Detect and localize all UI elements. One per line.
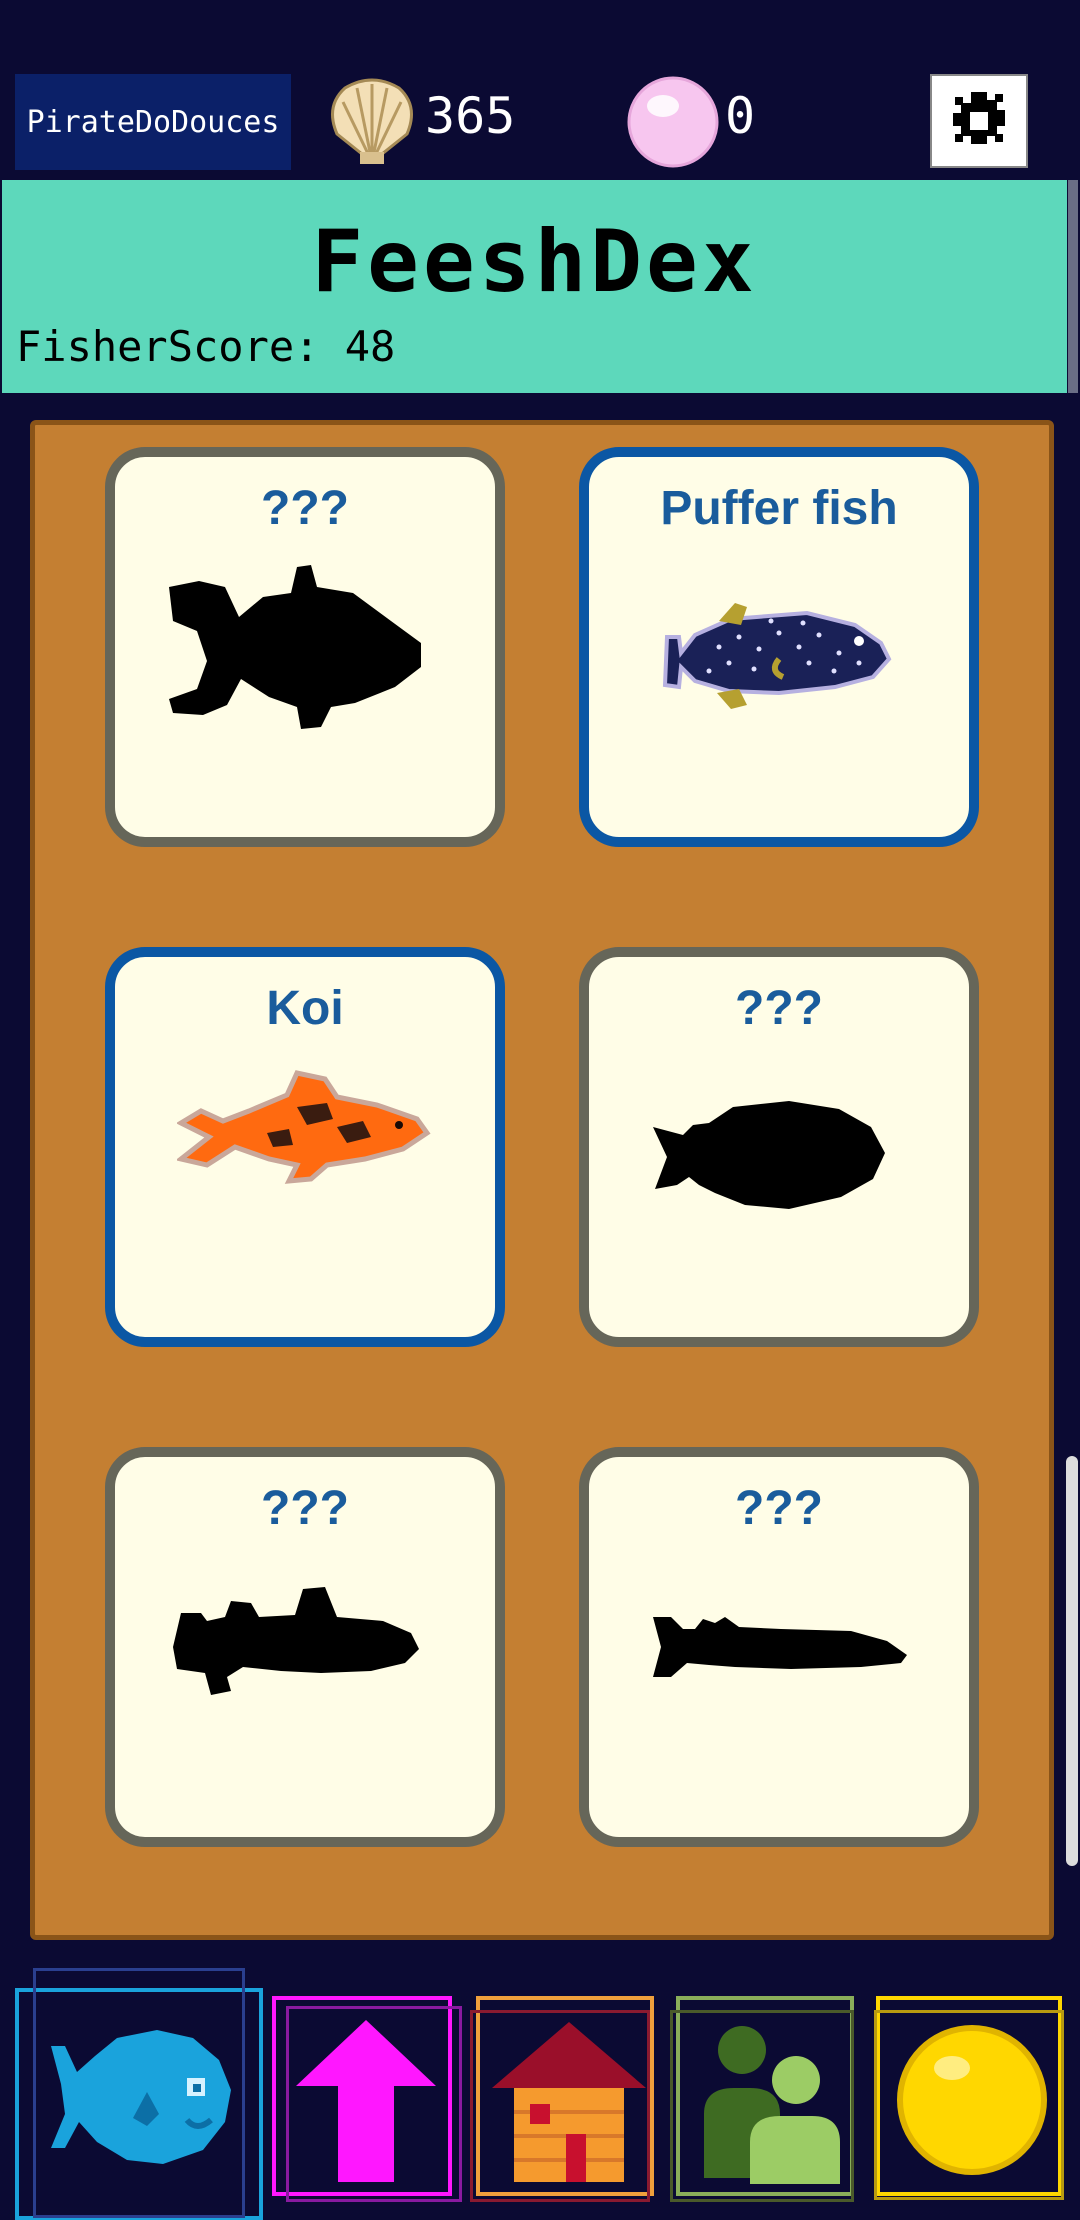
- gear-icon: [953, 92, 1005, 144]
- nav-upgrade-button[interactable]: [272, 1996, 462, 2202]
- pearl-count: 0: [725, 87, 756, 145]
- nav-home-button[interactable]: [470, 1996, 654, 2202]
- player-name-badge[interactable]: PirateDoDouces: [15, 74, 291, 170]
- upgrade-arrow-icon: [296, 2020, 436, 2182]
- scrollbar[interactable]: [1066, 1456, 1078, 1866]
- fish-card-unknown[interactable]: ???: [579, 1447, 979, 1847]
- people-icon: [704, 2026, 840, 2184]
- fish-card-unknown[interactable]: ???: [105, 447, 505, 847]
- coin-icon: [897, 2025, 1047, 2175]
- fish-name: Puffer fish: [660, 482, 898, 535]
- feeshdex-header: FeeshDex FisherScore: 48: [2, 180, 1067, 393]
- fish-card-unknown[interactable]: ???: [579, 947, 979, 1347]
- shell-count: 365: [425, 87, 516, 145]
- fish-card-puffer-fish[interactable]: Puffer fish: [579, 447, 979, 847]
- settings-button[interactable]: [930, 74, 1028, 168]
- unknown-fish-silhouette-icon: [173, 1587, 419, 1695]
- fish-name: Koi: [266, 982, 344, 1035]
- house-icon: [492, 2022, 646, 2182]
- fish-name: ???: [261, 482, 349, 535]
- scallop-shell-icon: [331, 78, 413, 164]
- page-title: FeeshDex: [311, 212, 758, 312]
- nav-fish-button[interactable]: [15, 1968, 263, 2220]
- fisher-score: FisherScore: 48: [16, 322, 396, 371]
- unknown-fish-silhouette-icon: [653, 1101, 885, 1209]
- fish-icon: [51, 2030, 231, 2164]
- nav-friends-button[interactable]: [670, 1996, 854, 2202]
- unknown-fish-silhouette-icon: [653, 1617, 907, 1677]
- koi-fish-icon: [177, 1070, 431, 1184]
- fish-collection-board: ??? Puffer fish Koi ??? ??? ???: [30, 420, 1054, 1940]
- nav-shop-button[interactable]: [874, 1996, 1064, 2200]
- bottom-nav: [0, 1968, 1080, 2220]
- fish-card-unknown[interactable]: ???: [105, 1447, 505, 1847]
- header-scroll-track: [1068, 180, 1078, 393]
- fish-name: ???: [261, 1482, 349, 1535]
- puffer-fish-icon: [662, 603, 892, 709]
- top-bar: PirateDoDouces 365 0: [0, 0, 1080, 180]
- fish-name: ???: [735, 982, 823, 1035]
- fish-card-koi[interactable]: Koi: [105, 947, 505, 1347]
- pearl-icon: [627, 76, 719, 168]
- unknown-fish-silhouette-icon: [169, 565, 421, 729]
- fish-name: ???: [735, 1482, 823, 1535]
